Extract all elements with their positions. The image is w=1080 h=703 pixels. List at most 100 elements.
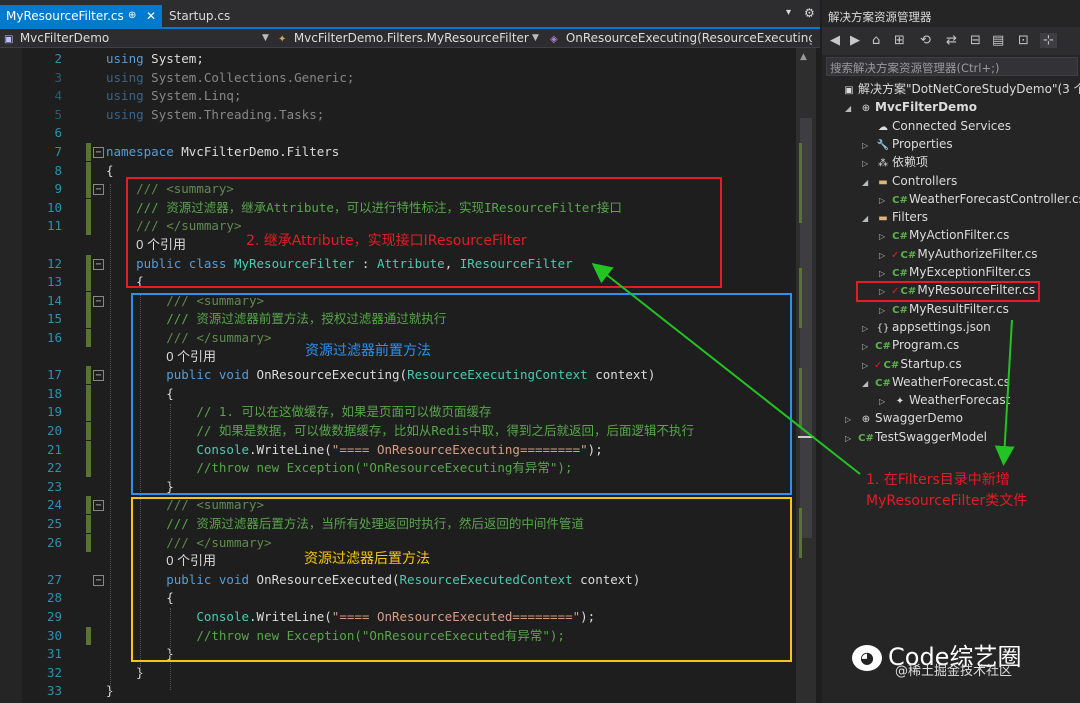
- history-icon[interactable]: ⟲: [920, 33, 931, 48]
- fold-toggle-icon[interactable]: −: [93, 258, 104, 270]
- collapsed-icon[interactable]: ▷: [845, 430, 857, 448]
- member-dropdown[interactable]: ◈ OnResourceExecuting(ResourceExecutingC: [550, 30, 812, 46]
- back-icon[interactable]: ◀: [830, 33, 840, 48]
- show-all-files-icon[interactable]: ⊹: [1040, 33, 1057, 48]
- code-line[interactable]: 32 }: [0, 664, 796, 682]
- tree-item[interactable]: ▷ C#MyActionFilter.cs: [879, 226, 1009, 244]
- fold-toggle-icon[interactable]: −: [93, 184, 104, 196]
- method-icon: ◈: [550, 34, 558, 45]
- connected-services-icon: ☁: [878, 121, 888, 133]
- code-line[interactable]: 7 − namespace MvcFilterDemo.Filters: [0, 143, 796, 161]
- collapsed-icon[interactable]: ▷: [879, 302, 891, 320]
- tab-myresourcefilter[interactable]: MyResourceFilter.cs ⊕ ✕: [0, 5, 162, 27]
- fold-toggle-icon[interactable]: −: [93, 370, 104, 382]
- tree-item-label: WeatherForecast.cs: [892, 374, 1010, 389]
- editor-scrollbar[interactable]: ▲: [796, 48, 816, 703]
- class-dropdown[interactable]: ✦ MvcFilterDemo.Filters.MyResourceFilter…: [278, 30, 542, 46]
- solution-icon: ▣: [844, 85, 854, 96]
- panel-title: 解决方案资源管理器: [828, 10, 932, 24]
- pin-icon[interactable]: ⊕: [128, 5, 136, 27]
- tree-item[interactable]: ▷ ⊕ SwaggerDemo: [845, 409, 963, 427]
- code-line[interactable]: 4 using System.Linq;: [0, 87, 796, 105]
- line-number: 5: [54, 106, 62, 122]
- gear-icon[interactable]: ⚙: [804, 6, 815, 20]
- collapsed-icon[interactable]: ▷: [879, 247, 891, 265]
- collapsed-icon[interactable]: ▷: [845, 411, 857, 429]
- change-marker: [86, 273, 91, 292]
- tree-item[interactable]: ▷{} appsettings.json: [862, 318, 991, 336]
- fold-toggle-icon[interactable]: −: [93, 295, 104, 307]
- collapsed-icon[interactable]: ▷: [879, 393, 891, 411]
- fold-toggle-icon[interactable]: −: [93, 147, 104, 158]
- change-marker: [86, 515, 91, 533]
- tree-item[interactable]: ▷ C#MyResultFilter.cs: [879, 300, 1009, 318]
- code-token: System.Collections.Generic;: [151, 69, 355, 85]
- expanded-icon[interactable]: ◢: [845, 100, 857, 118]
- line-number: 24: [46, 497, 62, 513]
- collapse-icon[interactable]: ⊟: [970, 33, 981, 48]
- collapsed-icon[interactable]: ▷: [862, 137, 874, 155]
- preview-icon[interactable]: ⊡: [1018, 33, 1029, 48]
- tree-item[interactable]: ▷ C#TestSwaggerModel: [845, 428, 987, 446]
- sync-icon[interactable]: ⇄: [946, 33, 957, 48]
- csharp-file-icon: C#: [892, 304, 908, 316]
- line-number: 10: [46, 199, 62, 215]
- tree-item[interactable]: ▣ 解决方案"DotNetCoreStudyDemo"(3 个项: [828, 80, 1080, 98]
- tree-item[interactable]: ▷ C#WeatherForecastController.cs: [879, 190, 1080, 208]
- line-number: 6: [54, 125, 62, 141]
- code-line[interactable]: 33}: [0, 682, 796, 700]
- tree-item[interactable]: ▷ ⁂ 依赖项: [862, 153, 928, 171]
- tree-item-label: MyActionFilter.cs: [909, 228, 1010, 243]
- tab-dropdown-icon[interactable]: ▾: [786, 7, 791, 18]
- tree-item[interactable]: ◢ ▬ Filters: [862, 208, 928, 226]
- code-token: System;: [151, 51, 204, 66]
- tree-item[interactable]: ☁ Connected Services: [862, 117, 1011, 135]
- code-line[interactable]: 6: [0, 124, 796, 142]
- line-number: 17: [46, 367, 62, 383]
- csharp-file-icon: C#: [875, 341, 891, 353]
- collapsed-icon[interactable]: ▷: [862, 155, 874, 173]
- line-number: 9: [54, 181, 62, 197]
- expanded-icon[interactable]: ◢: [862, 174, 874, 192]
- code-token: }: [106, 664, 144, 680]
- line-number: 14: [46, 292, 62, 308]
- folder-icon: ▬: [878, 176, 888, 188]
- csharp-file-icon: C#: [892, 231, 908, 243]
- collapsed-icon[interactable]: ▷: [879, 192, 891, 210]
- close-icon[interactable]: ✕: [146, 5, 156, 27]
- tree-item-label: Connected Services: [892, 118, 1012, 133]
- project-dropdown[interactable]: ▣ MvcFilterDemo ▼: [4, 30, 272, 46]
- collapsed-icon[interactable]: ▷: [879, 228, 891, 246]
- tree-item[interactable]: ▷ ✓C#Startup.cs: [862, 355, 962, 373]
- fold-toggle-icon[interactable]: −: [93, 574, 104, 586]
- line-number: 28: [46, 590, 62, 606]
- switch-views-icon[interactable]: ⊞: [894, 33, 905, 48]
- code-line[interactable]: 3 using System.Collections.Generic;: [0, 69, 796, 87]
- home-icon[interactable]: ⌂: [872, 33, 880, 48]
- tree-item[interactable]: ▷ ✦ WeatherForecast: [879, 391, 1010, 409]
- tree-item[interactable]: ▷ C#MyExceptionFilter.cs: [879, 263, 1031, 281]
- tab-startup[interactable]: Startup.cs: [164, 5, 254, 27]
- code-line[interactable]: 2 using System;: [0, 50, 796, 68]
- code-line[interactable]: 5 using System.Threading.Tasks;: [0, 106, 796, 124]
- solution-search-input[interactable]: 搜索解决方案资源管理器(Ctrl+;): [826, 57, 1078, 76]
- code-text: using System.Linq;: [106, 87, 241, 105]
- tree-item[interactable]: ▷ C#Program.cs: [862, 336, 959, 354]
- forward-icon[interactable]: ▶: [850, 33, 860, 48]
- scroll-up-icon[interactable]: ▲: [800, 52, 807, 62]
- properties-icon[interactable]: ▤: [992, 33, 1004, 48]
- wechat-icon: ◕: [852, 645, 882, 671]
- collapsed-icon[interactable]: ▷: [862, 338, 874, 356]
- tree-item[interactable]: ◢ ▬ Controllers: [862, 172, 957, 190]
- tree-item[interactable]: ◢ ⊕ MvcFilterDemo: [845, 98, 977, 116]
- tree-item-label: TestSwaggerModel: [875, 429, 987, 444]
- fold-toggle-icon[interactable]: −: [93, 500, 104, 512]
- expanded-icon[interactable]: ◢: [862, 210, 874, 228]
- expanded-icon[interactable]: ◢: [862, 375, 874, 393]
- collapsed-icon[interactable]: ▷: [862, 357, 874, 375]
- line-number: 15: [46, 311, 62, 327]
- tree-item[interactable]: ◢ C#WeatherForecast.cs: [862, 373, 1010, 391]
- tree-item[interactable]: ▷ 🔧 Properties: [862, 135, 953, 153]
- collapsed-icon[interactable]: ▷: [862, 320, 874, 338]
- tree-item[interactable]: ▷ ✓C#MyAuthorizeFilter.cs: [879, 245, 1038, 263]
